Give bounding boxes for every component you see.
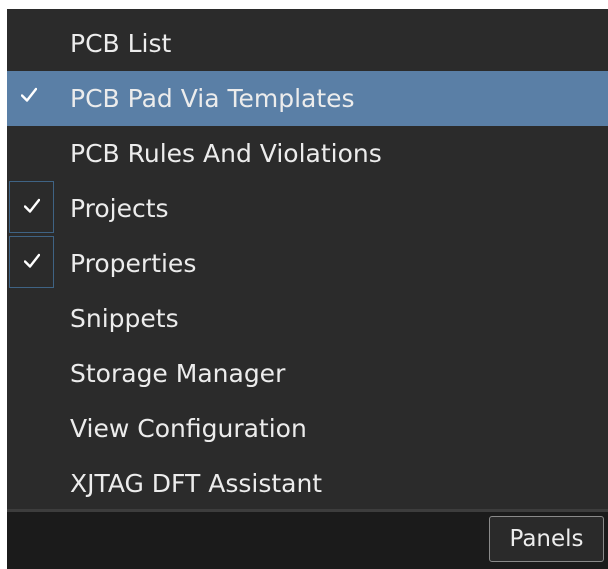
checkbox-frame [9, 181, 54, 233]
checkmark-icon [21, 87, 37, 102]
menu-item-xjtag-dft-assistant[interactable]: XJTAG DFT Assistant [7, 456, 608, 511]
menu-item-properties[interactable]: Properties [7, 236, 608, 291]
menu-item-label: PCB Rules And Violations [70, 139, 382, 168]
menu-item-label: Properties [70, 249, 197, 278]
menu-item-label: Projects [70, 194, 169, 223]
menu-item-projects[interactable]: Projects [7, 181, 608, 236]
status-bar: Panels [7, 509, 608, 569]
menu-item-pcb-pad-via-templates[interactable]: PCB Pad Via Templates [7, 71, 608, 126]
panels-button[interactable]: Panels [489, 516, 604, 562]
menu-item-label: Snippets [70, 304, 179, 333]
menu-item-label: View Configuration [70, 414, 307, 443]
menu-item-label: Storage Manager [70, 359, 286, 388]
menu-item-storage-manager[interactable]: Storage Manager [7, 346, 608, 401]
checkbox-frame [9, 236, 54, 288]
checkmark-icon [24, 253, 40, 268]
menu-item-label: XJTAG DFT Assistant [70, 469, 323, 498]
menu-item-pcb-rules-and-violations[interactable]: PCB Rules And Violations [7, 126, 608, 181]
menu-item-label: PCB Pad Via Templates [70, 84, 355, 113]
menu-item-view-configuration[interactable]: View Configuration [7, 401, 608, 456]
checkmark-icon [24, 198, 40, 213]
panels-menu: PCB List PCB Pad Via Templates PCB Rules… [7, 9, 608, 509]
divider [7, 509, 608, 512]
menu-item-label: PCB List [70, 29, 172, 58]
menu-item-pcb-list[interactable]: PCB List [7, 16, 608, 71]
menu-item-snippets[interactable]: Snippets [7, 291, 608, 346]
